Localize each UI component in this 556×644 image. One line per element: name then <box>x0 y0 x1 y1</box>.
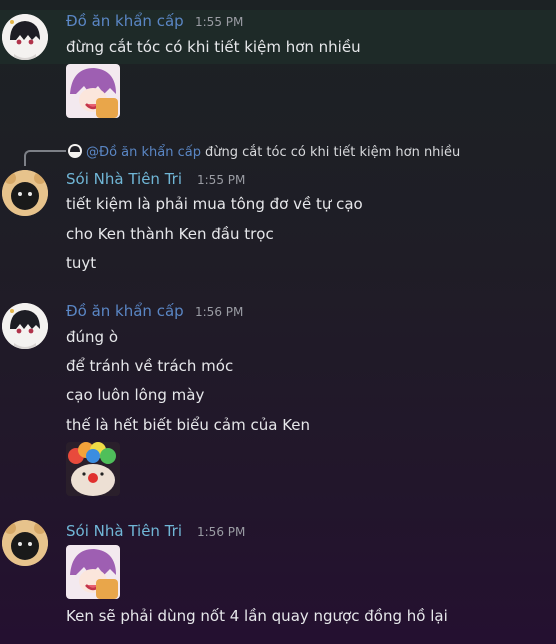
timestamp: 1:55 PM <box>195 15 244 29</box>
avatar[interactable] <box>2 520 48 566</box>
username[interactable]: Đồ ăn khẩn cấp <box>66 302 184 320</box>
timestamp: 1:55 PM <box>197 173 246 187</box>
reply-preview[interactable]: @Đồ ăn khẩn cấp đừng cắt tóc có khi tiết … <box>68 144 460 160</box>
timestamp: 1:56 PM <box>195 305 244 319</box>
reply-connector <box>24 150 66 166</box>
message-text: để tránh về trách móc <box>66 357 234 375</box>
message-text: tiết kiệm là phải mua tông đơ về tự cạo <box>66 195 363 213</box>
reply-text: đừng cắt tóc có khi tiết kiệm hơn nhiều <box>204 145 461 160</box>
username[interactable]: Sói Nhà Tiên Tri <box>66 522 182 540</box>
username[interactable]: Sói Nhà Tiên Tri <box>66 170 182 188</box>
message-text: đừng cắt tóc có khi tiết kiệm hơn nhiều <box>66 38 361 56</box>
avatar[interactable] <box>2 170 48 216</box>
clown-rainbow-sticker[interactable] <box>66 442 120 496</box>
username[interactable]: Đồ ăn khẩn cấp <box>66 12 184 30</box>
anime-girl-sticker[interactable] <box>66 545 120 599</box>
message-text: cạo luôn lông mày <box>66 386 205 404</box>
message-text: Ken sẽ phải dùng nốt 4 lần quay ngược đồ… <box>66 607 448 625</box>
message-text: thế là hết biết biểu cảm của Ken <box>66 416 311 434</box>
timestamp: 1:56 PM <box>197 525 246 539</box>
message-text: đúng ò <box>66 328 119 346</box>
reply-avatar-icon <box>68 144 82 158</box>
anime-girl-sticker[interactable] <box>66 64 120 118</box>
message-text: cho Ken thành Ken đầu trọc <box>66 225 274 243</box>
avatar[interactable] <box>2 14 48 60</box>
avatar[interactable] <box>2 303 48 349</box>
message-text: tuyt <box>66 254 97 272</box>
reply-mention[interactable]: @Đồ ăn khẩn cấp <box>86 145 201 160</box>
